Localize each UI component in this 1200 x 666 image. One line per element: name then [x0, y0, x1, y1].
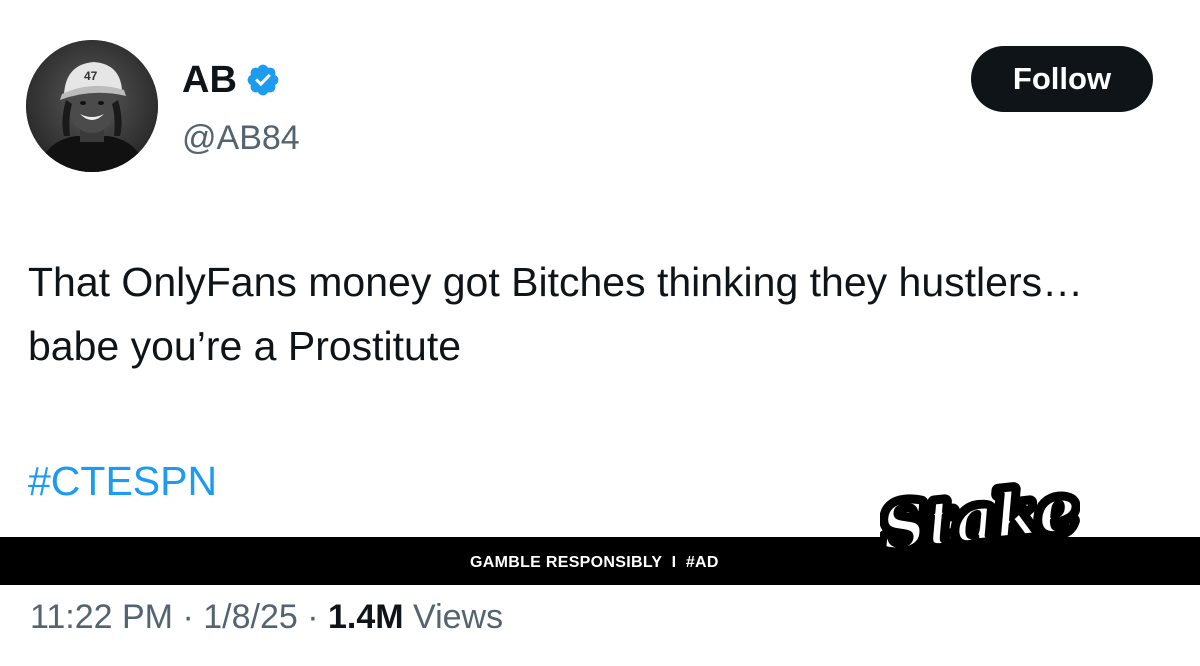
tweet-text: That OnlyFans money got Bitches thinking… — [28, 259, 1084, 369]
display-name[interactable]: AB — [182, 56, 237, 104]
follow-button[interactable]: Follow — [971, 46, 1153, 112]
cap-text: 47 — [84, 69, 98, 83]
tweet-meta: 11:22 PM · 1/8/25 · 1.4M Views — [30, 592, 503, 642]
author-handle[interactable]: @AB84 — [182, 116, 300, 160]
verified-badge-icon — [245, 62, 281, 98]
author-name-row[interactable]: AB — [182, 56, 281, 104]
tweet-time[interactable]: 11:22 PM — [30, 598, 173, 636]
views-count: 1.4M — [327, 598, 404, 636]
profile-photo-icon: 47 — [26, 40, 158, 172]
meta-separator: · — [297, 598, 328, 636]
hashtag-link[interactable]: #CTESPN — [28, 455, 217, 507]
tweet-date[interactable]: 1/8/25 — [203, 598, 298, 636]
ad-disclaimer: GAMBLE RESPONSIBLY I #AD — [470, 554, 719, 571]
views-label: Views — [403, 598, 504, 636]
stake-logo-text-inner: Stake — [880, 472, 1080, 565]
stake-logo: Stake Stake — [880, 468, 1080, 578]
avatar[interactable]: 47 — [26, 40, 158, 172]
meta-separator: · — [173, 598, 204, 636]
